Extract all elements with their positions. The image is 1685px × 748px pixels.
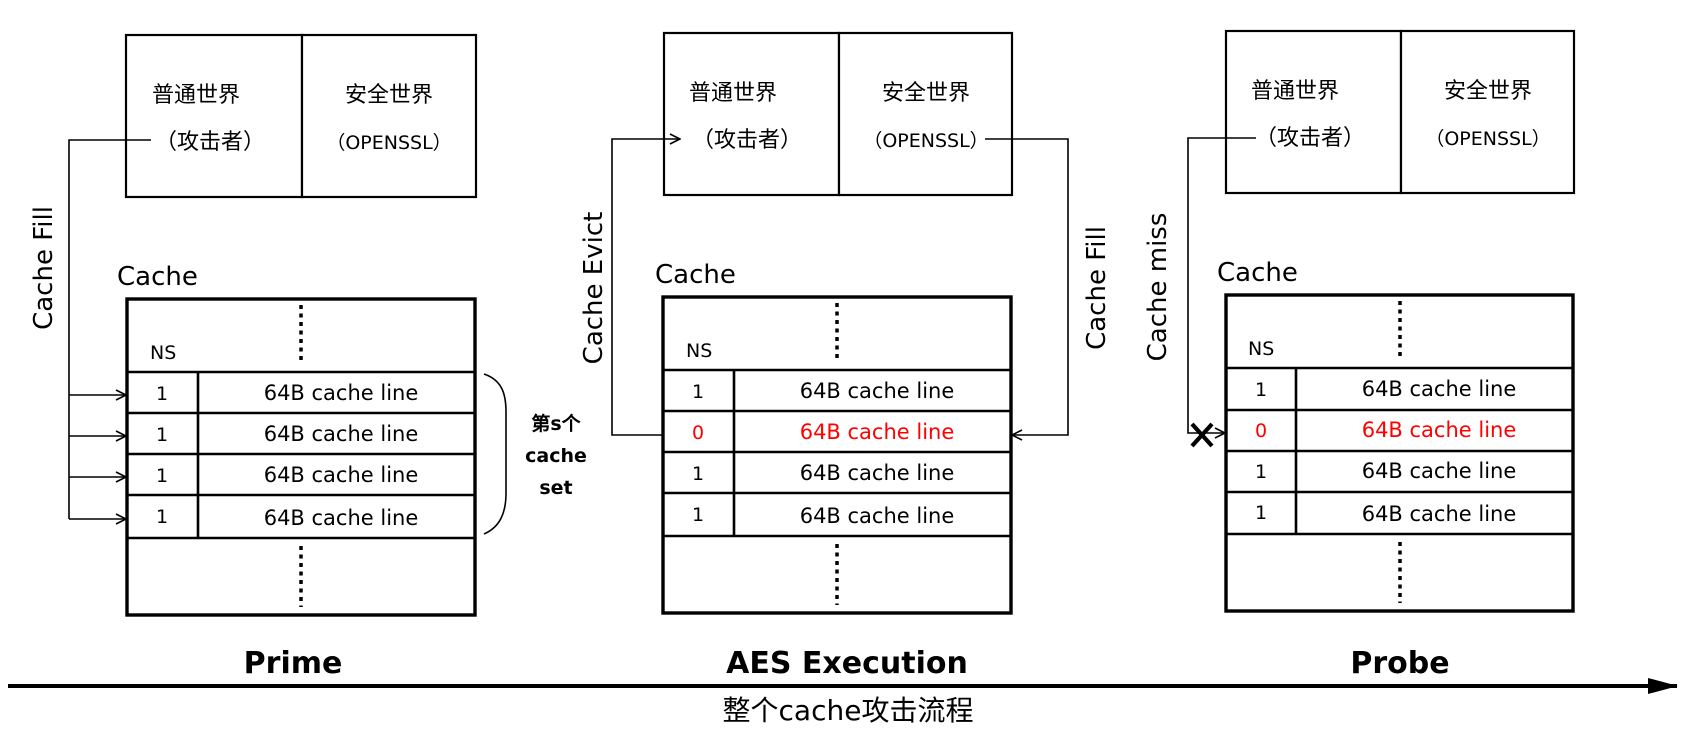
secure-world-subtitle: （OPENSSL） [1425, 128, 1550, 150]
cache-block: NS 1 64B cache line 0 64B cache line 1 6… [661, 295, 1013, 615]
phase-probe: 普通世界 （攻击者） 安全世界 （OPENSSL） Cache NS 1 64B… [1143, 29, 1576, 681]
cache-fill-label: Cache Fill [29, 206, 59, 330]
ns-value: 1 [1255, 461, 1267, 483]
normal-world-box [662, 31, 841, 197]
ns-value: 1 [156, 383, 168, 405]
worlds-box: 普通世界 （攻击者） 安全世界 （OPENSSL） [662, 31, 1014, 197]
phase-aes-execution: 普通世界 （攻击者） 安全世界 （OPENSSL） Cache NS 1 64B… [579, 31, 1112, 681]
ns-value: 1 [692, 381, 704, 403]
cache-line-label: 64B cache line [800, 461, 955, 485]
ns-value: 1 [1255, 502, 1267, 524]
ns-value-evicted: 0 [692, 422, 704, 444]
cache-line-label: 64B cache line [800, 504, 955, 528]
timeline-label: 整个cache攻击流程 [723, 694, 974, 727]
cache-block: NS 1 64B cache line 1 64B cache line 1 6… [125, 297, 477, 617]
cache-evict-label: Cache Evict [579, 212, 609, 365]
secure-world-subtitle: （OPENSSL） [326, 132, 451, 154]
normal-world-subtitle: （攻击者） [155, 130, 265, 155]
cache-label: Cache [117, 262, 198, 292]
secure-world-title: 安全世界 [1444, 79, 1532, 104]
timeline: 整个cache攻击流程 [8, 678, 1678, 727]
cache-line-label-evicted: 64B cache line [800, 420, 955, 444]
ns-value: 1 [156, 506, 168, 528]
worlds-box: 普通世界 （攻击者） 安全世界 （OPENSSL） [1224, 29, 1576, 195]
ns-value: 1 [1255, 379, 1267, 401]
normal-world-box [1224, 29, 1403, 195]
ns-value: 1 [156, 424, 168, 446]
secure-world-box [1399, 29, 1576, 195]
set-label-line1: 第s个 [531, 412, 581, 435]
cache-label: Cache [655, 260, 736, 290]
cache-line-label: 64B cache line [264, 422, 419, 446]
phase-title: AES Execution [726, 646, 968, 681]
phase-title: Probe [1350, 646, 1449, 681]
normal-world-title: 普通世界 [689, 81, 777, 106]
set-label-line2: cache [525, 445, 587, 467]
secure-world-box [300, 33, 478, 199]
secure-world-box [837, 31, 1014, 197]
cache-box [125, 297, 477, 617]
ns-value: 1 [692, 504, 704, 526]
cache-miss-label: Cache miss [1143, 213, 1173, 362]
cache-line-label: 64B cache line [1362, 502, 1517, 526]
cache-box [661, 295, 1013, 615]
normal-world-box [124, 33, 304, 199]
cache-set-brace: 第s个 cache set [483, 373, 587, 535]
secure-world-title: 安全世界 [882, 81, 970, 106]
cache-line-label: 64B cache line [264, 463, 419, 487]
cache-line-label-evicted: 64B cache line [1362, 418, 1517, 442]
cache-label: Cache [1217, 258, 1298, 288]
normal-world-subtitle: （攻击者） [692, 128, 802, 153]
ns-value: 1 [156, 465, 168, 487]
secure-world-title: 安全世界 [345, 83, 433, 108]
cache-box [1224, 293, 1575, 613]
cache-fill-label: Cache Fill [1082, 226, 1112, 350]
ns-header: NS [150, 342, 176, 364]
ns-value: 1 [692, 463, 704, 485]
cache-line-label: 64B cache line [800, 379, 955, 403]
ns-header: NS [686, 340, 712, 362]
phase-prime: 普通世界 （攻击者） 安全世界 （OPENSSL） Cache NS 1 64B… [29, 33, 587, 681]
ns-header: NS [1248, 338, 1274, 360]
cache-line-label: 64B cache line [1362, 459, 1517, 483]
cache-line-label: 64B cache line [264, 381, 419, 405]
phase-title: Prime [244, 646, 343, 681]
secure-world-subtitle: （OPENSSL） [863, 130, 988, 152]
normal-world-title: 普通世界 [1251, 79, 1339, 104]
normal-world-title: 普通世界 [152, 83, 240, 108]
cache-line-label: 64B cache line [264, 506, 419, 530]
normal-world-subtitle: （攻击者） [1255, 126, 1365, 151]
cache-attack-diagram: 普通世界 （攻击者） 安全世界 （OPENSSL） Cache NS 1 64B… [8, 29, 1678, 727]
cache-line-label: 64B cache line [1362, 377, 1517, 401]
cache-block: NS 1 64B cache line 0 64B cache line 1 6… [1224, 293, 1575, 613]
miss-x-icon [1190, 422, 1214, 448]
set-label-line3: set [539, 477, 572, 499]
worlds-box: 普通世界 （攻击者） 安全世界 （OPENSSL） [124, 33, 478, 199]
ns-value-evicted: 0 [1255, 420, 1267, 442]
